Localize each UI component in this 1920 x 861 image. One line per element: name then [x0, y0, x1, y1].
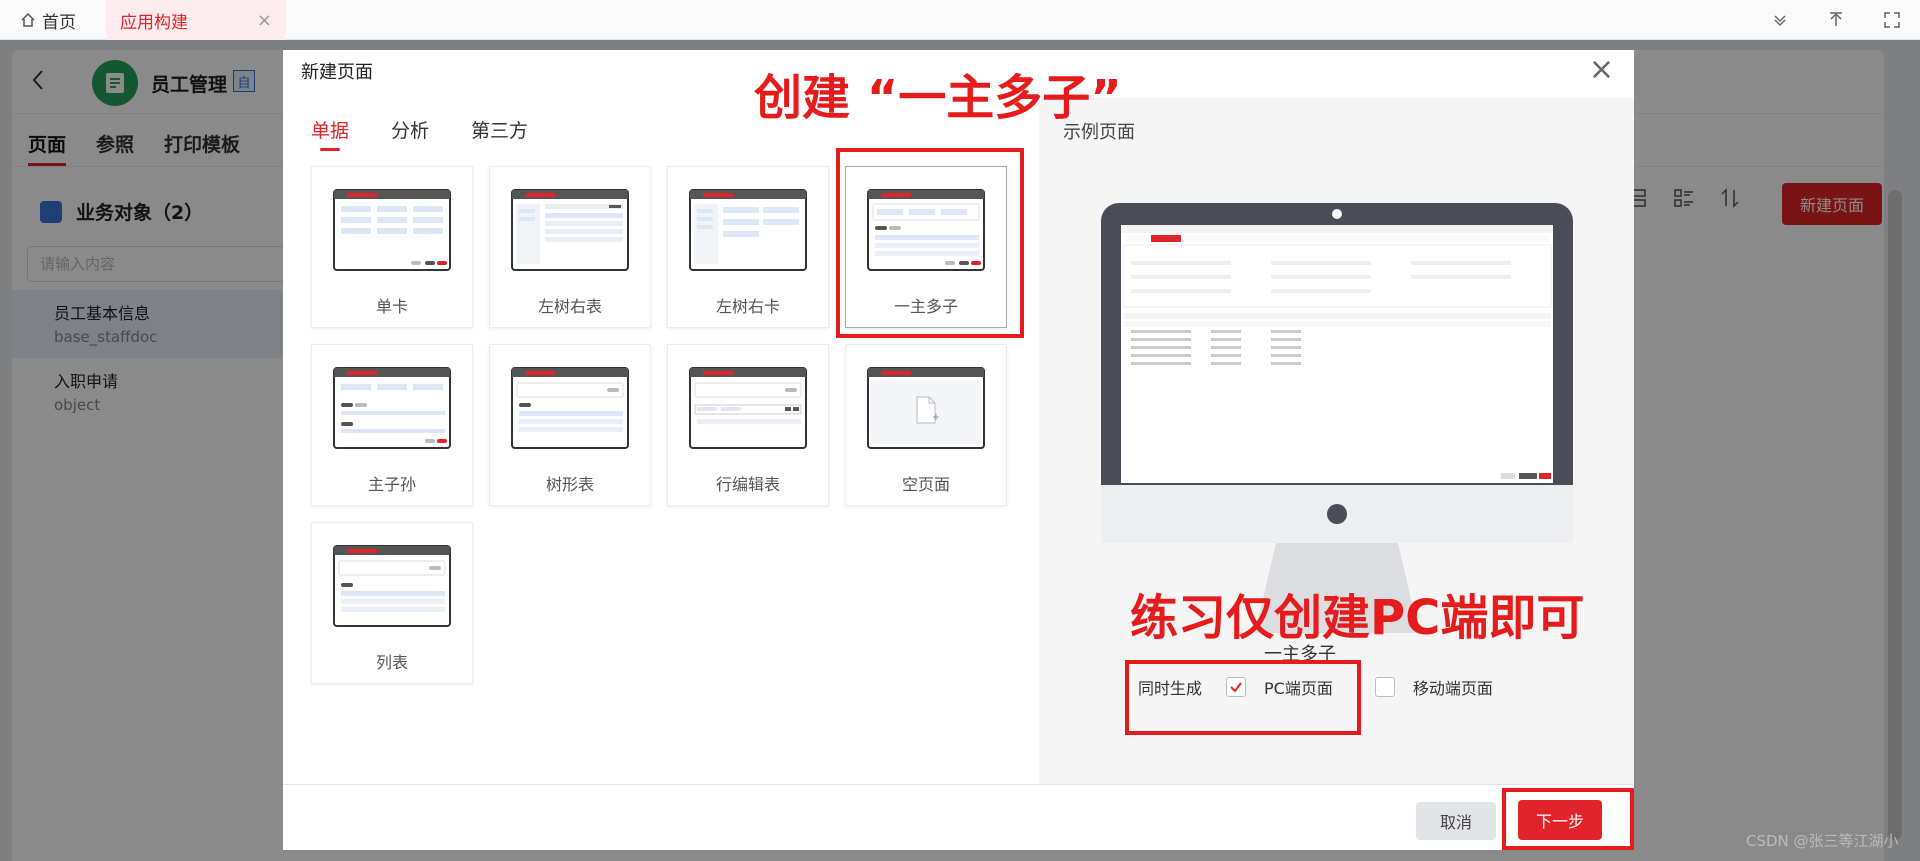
template-card[interactable]: 行编辑表: [667, 344, 829, 506]
template-card-label: 空页面: [901, 475, 950, 494]
template-card-label: 列表: [375, 653, 408, 672]
watermark: CSDN @张三等江湖小: [1746, 832, 1899, 850]
annotation-box-pc-checkbox: [1125, 660, 1361, 735]
tab-app-build-label: 应用构建: [120, 12, 188, 33]
template-card-label: 单卡: [375, 297, 408, 316]
tab-home[interactable]: 首页: [20, 0, 76, 40]
template-thumbnail: [333, 367, 451, 449]
monitor-preview-image: [1101, 203, 1573, 633]
chevron-double-down-icon[interactable]: [1752, 0, 1808, 40]
active-tab-indicator: [320, 148, 340, 151]
template-thumbnail: [867, 367, 985, 449]
annotation-box-next-button: [1502, 788, 1634, 850]
template-card[interactable]: 空页面: [845, 344, 1007, 506]
tab-close-icon[interactable]: ×: [257, 10, 272, 31]
annotation-create-note: 创建 “一主多子”: [754, 70, 1122, 126]
template-category-tabs: 单据 分析 第三方: [311, 116, 528, 143]
tab-home-label: 首页: [42, 12, 76, 33]
template-card-label: 行编辑表: [715, 475, 780, 494]
top-tab-bar: 首页 应用构建 ×: [0, 0, 1920, 40]
dialog-title: 新建页面: [301, 62, 373, 83]
tab-app-build[interactable]: 应用构建 ×: [106, 0, 286, 40]
template-card-label: 左树右卡: [715, 297, 780, 316]
template-thumbnail: [689, 367, 807, 449]
template-card[interactable]: 树形表: [489, 344, 651, 506]
tab-document[interactable]: 单据: [311, 116, 349, 143]
template-card-label: 左树右表: [537, 297, 602, 316]
template-card[interactable]: 主子孙: [311, 344, 473, 506]
cancel-button[interactable]: 取消: [1416, 802, 1496, 840]
mobile-page-checkbox[interactable]: [1374, 677, 1395, 697]
upload-icon[interactable]: [1808, 0, 1864, 40]
template-thumbnail: [689, 189, 807, 271]
template-card-label: 主子孙: [367, 475, 416, 494]
close-icon[interactable]: ×: [1589, 52, 1614, 87]
tab-analysis[interactable]: 分析: [391, 116, 429, 143]
template-card[interactable]: 列表: [311, 522, 473, 684]
fullscreen-icon[interactable]: [1864, 0, 1920, 40]
template-card[interactable]: 左树右表: [489, 166, 651, 328]
template-card-label: 树形表: [545, 475, 594, 494]
template-thumbnail: [333, 189, 451, 271]
template-thumbnail: [511, 367, 629, 449]
annotation-pc-only-note: 练习仅创建PC端即可: [1130, 590, 1585, 646]
template-card[interactable]: 单卡: [311, 166, 473, 328]
mobile-page-label: 移动端页面: [1412, 679, 1493, 698]
template-card[interactable]: 左树右卡: [667, 166, 829, 328]
template-thumbnail: [511, 189, 629, 271]
tab-third-party[interactable]: 第三方: [471, 116, 528, 143]
annotation-box-template: [836, 148, 1024, 338]
template-thumbnail: [333, 545, 451, 627]
home-icon: [21, 12, 35, 27]
